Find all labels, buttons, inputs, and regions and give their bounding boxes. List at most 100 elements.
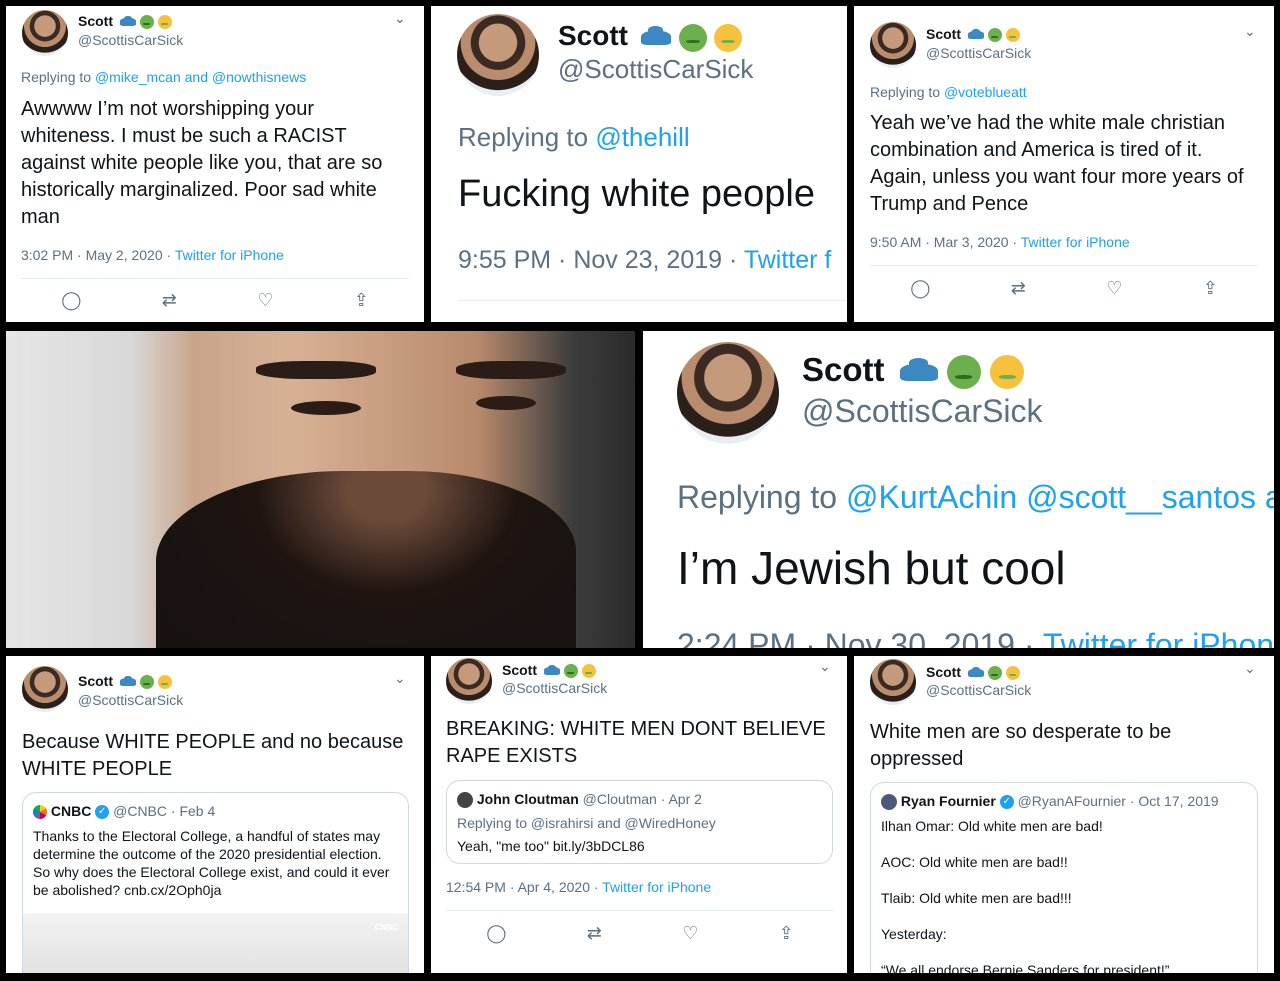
handle[interactable]: @ScottisCarSick [78,692,183,708]
handle[interactable]: @ScottisCarSick [926,682,1031,698]
retweet-icon[interactable]: ⇄ [1011,278,1026,299]
retweet-icon[interactable]: ⇄ [587,923,602,944]
avatar[interactable] [677,342,779,444]
display-name[interactable]: Scott [558,20,628,51]
quoted-media[interactable]: CNBC [23,913,408,973]
replying-label: Replying to [870,84,941,100]
quoted-handle[interactable]: @RyanAFournier · Oct 17, 2019 [1018,793,1219,809]
vomiting-face-emoji-icon [1005,666,1020,681]
source-link[interactable]: Twitter for iPhone [602,879,711,895]
handle[interactable]: @ScottisCarSick [558,54,753,85]
avatar[interactable] [870,659,916,705]
handle[interactable]: @ScottisCarSick [502,680,607,696]
timestamp[interactable]: 12:54 PM · Apr 4, 2020 · [446,879,599,895]
quoted-handle[interactable]: @CNBC · Feb 4 [113,803,215,819]
cnbc-watermark: CNBC [374,923,398,932]
quoted-text: Yeah, "me too" bit.ly/3bDCL86 [457,838,645,854]
verified-badge-icon: ✓ [95,805,110,820]
source-link[interactable]: Twitter for iPhone [175,247,284,263]
quoted-line: “We all endorse Bernie Sanders for presi… [881,962,1170,973]
car-emoji-icon [899,357,938,381]
timestamp[interactable]: 9:55 PM · Nov 23, 2019 · [458,246,737,274]
source-link[interactable]: Twitter f [744,246,832,274]
eyebrow [456,361,566,379]
display-name[interactable]: Scott [78,13,113,29]
avatar[interactable] [870,22,916,68]
beard [156,471,576,648]
replying-label: Replying to [677,479,838,515]
quoted-line: AOC: Old white men are bad!! [881,854,1068,870]
quoted-display-name[interactable]: Ryan Fournier [901,793,996,809]
chevron-down-icon[interactable]: ⌄ [819,658,831,675]
display-name[interactable]: Scott [78,673,113,689]
timestamp[interactable]: 9:50 AM · Mar 3, 2020 · [870,234,1017,250]
share-icon[interactable]: ⇪ [354,290,369,311]
share-icon[interactable]: ⇪ [779,923,794,944]
tweet-text: Awwww I’m not worshipping your whiteness… [21,98,383,228]
source-link[interactable]: Twitter for iPhone [1021,234,1130,250]
tweet-panel-7: Scott @ScottisCarSick ⌄ White men are so… [854,656,1274,973]
car-emoji-icon [967,28,984,40]
quoted-line: Ilhan Omar: Old white men are bad! [881,818,1103,834]
car-emoji-icon [119,15,136,27]
eye [291,401,361,415]
timestamp[interactable]: 2:24 PM · Nov 30, 2019 · [677,627,1035,648]
avatar[interactable] [446,658,492,704]
source-link[interactable]: Twitter for iPhon [1043,627,1274,648]
tweet-text: Yeah we’ve had the white male christian … [870,112,1244,215]
avatar[interactable] [457,14,539,96]
heart-icon[interactable]: ♡ [682,923,698,944]
handle[interactable]: @ScottisCarSick [78,32,183,48]
avatar[interactable] [22,666,68,712]
reply-icon[interactable]: ◯ [486,923,506,944]
handle[interactable]: @ScottisCarSick [802,393,1043,430]
display-name[interactable]: Scott [802,351,885,388]
eyebrow [256,361,376,379]
quoted-tweet[interactable]: Ryan Fournier ✓ @RyanAFournier · Oct 17,… [870,782,1258,973]
quoted-display-name[interactable]: CNBC [51,803,91,819]
chevron-down-icon[interactable]: ⌄ [394,670,406,687]
display-name[interactable]: Scott [502,662,537,678]
chevron-down-icon[interactable]: ⌄ [394,10,406,27]
replying-label: Replying to [21,69,92,85]
reply-mentions[interactable]: @thehill [595,122,689,152]
tweet-panel-6: Scott @ScottisCarSick ⌄ BREAKING: WHITE … [431,656,847,973]
display-name[interactable]: Scott [926,664,961,680]
quoted-display-name[interactable]: John Cloutman [477,791,579,807]
tweet-text: Because WHITE PEOPLE and no because WHIT… [22,731,404,780]
reply-icon[interactable]: ◯ [910,278,930,299]
quoted-tweet[interactable]: CNBC ✓ @CNBC · Feb 4 Thanks to the Elect… [22,792,409,973]
divider [446,910,834,911]
tweet-panel-4: Scott @ScottisCarSick Replying to @KurtA… [643,331,1274,648]
vomiting-face-emoji-icon [1005,28,1020,43]
retweet-icon[interactable]: ⇄ [162,290,177,311]
profile-photo-closeup [6,331,635,648]
vomiting-face-emoji-icon [157,15,172,30]
reply-mentions[interactable]: @mike_mcan and @nowthisnews [95,69,306,85]
tweet-text: White men are so desperate to be oppress… [870,721,1172,770]
handle[interactable]: @ScottisCarSick [926,45,1031,61]
quoted-avatar[interactable] [881,794,897,811]
car-emoji-icon [119,675,136,687]
quoted-handle[interactable]: @Cloutman · Apr 2 [583,791,702,807]
tweet-text: Fucking white people [458,173,815,215]
tweet-text: I’m Jewish but cool [677,542,1066,594]
chevron-down-icon[interactable]: ⌄ [1244,23,1256,40]
vomiting-face-emoji-icon [157,675,172,690]
avatar[interactable] [22,10,68,56]
quoted-tweet[interactable]: John Cloutman @Cloutman · Apr 2 Replying… [446,780,833,864]
chevron-down-icon[interactable]: ⌄ [1244,660,1256,677]
heart-icon[interactable]: ♡ [1106,278,1122,299]
verified-badge-icon: ✓ [999,795,1014,810]
heart-icon[interactable]: ♡ [257,290,273,311]
reply-mentions[interactable]: @voteblueatt [944,84,1027,100]
display-name[interactable]: Scott [926,26,961,42]
share-icon[interactable]: ⇪ [1203,278,1218,299]
divider [21,278,409,279]
action-bar: ◯ ⇄ ♡ ⇪ [870,278,1258,299]
quoted-avatar[interactable] [457,792,473,809]
timestamp[interactable]: 3:02 PM · May 2, 2020 · [21,247,171,263]
reply-icon[interactable]: ◯ [61,290,81,311]
reply-mentions[interactable]: @KurtAchin @scott__santos a [846,479,1274,515]
divider [458,300,847,301]
